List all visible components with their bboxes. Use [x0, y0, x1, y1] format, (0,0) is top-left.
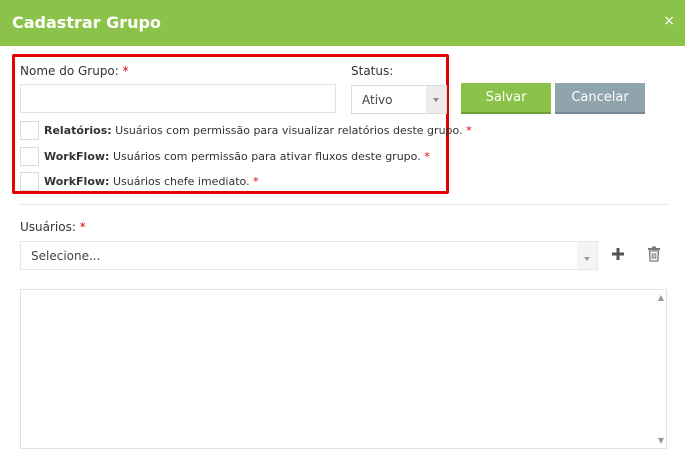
permission-name: Relatórios: [44, 124, 112, 137]
status-select[interactable]: Ativo [351, 85, 447, 114]
users-label: Usuários: * [20, 220, 86, 234]
reports-checkbox[interactable] [20, 121, 39, 140]
section-divider [20, 204, 668, 205]
permission-desc: Usuários com permissão para visualizar r… [115, 124, 463, 137]
scroll-down-icon[interactable]: ▼ [658, 436, 664, 445]
permission-name: WorkFlow: [44, 150, 110, 163]
caret-down-icon [577, 242, 597, 269]
group-name-input[interactable] [20, 84, 336, 113]
dialog-header: Cadastrar Grupo × [0, 0, 685, 46]
users-select[interactable]: Selecione... [20, 241, 598, 270]
users-select-value: Selecione... [31, 249, 101, 263]
users-label-text: Usuários: [20, 220, 76, 234]
required-mark: * [79, 220, 86, 234]
required-mark: * [466, 124, 472, 137]
permission-desc: Usuários chefe imediato. [112, 175, 250, 188]
required-mark: * [122, 64, 129, 78]
workflow-activate-checkbox[interactable] [20, 147, 39, 166]
status-value: Ativo [362, 93, 393, 107]
permission-text: WorkFlow: Usuários com permissão para at… [44, 150, 430, 164]
permission-text: Relatórios: Usuários com permissão para … [44, 124, 472, 138]
dialog-title: Cadastrar Grupo [12, 13, 161, 32]
workflow-boss-checkbox[interactable] [20, 172, 39, 191]
status-label: Status: [351, 64, 394, 78]
trash-icon[interactable] [647, 246, 661, 265]
permission-desc: Usuários com permissão para ativar fluxo… [112, 150, 421, 163]
group-name-label-text: Nome do Grupo: [20, 64, 119, 78]
users-list-box[interactable]: ▲ ▼ [20, 289, 667, 449]
permission-name: WorkFlow: [44, 175, 110, 188]
required-mark: * [424, 150, 430, 163]
cancel-button[interactable]: Cancelar [555, 83, 645, 114]
group-name-label: Nome do Grupo: * [20, 64, 129, 78]
scroll-up-icon[interactable]: ▲ [658, 293, 664, 302]
close-icon[interactable]: × [663, 13, 675, 29]
caret-down-icon [426, 86, 446, 113]
permission-text: WorkFlow: Usuários chefe imediato. * [44, 175, 259, 189]
required-mark: * [253, 175, 259, 188]
plus-icon[interactable] [611, 247, 625, 264]
save-button[interactable]: Salvar [461, 83, 551, 114]
